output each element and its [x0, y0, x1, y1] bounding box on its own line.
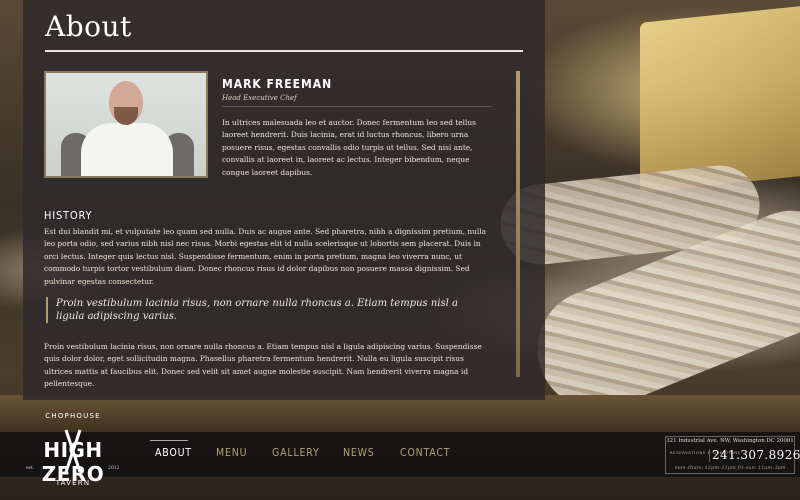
contact-box: 321 Industrial Ave. NW, Washington DC 20…: [665, 436, 800, 474]
logo-est-text: est.: [26, 466, 35, 471]
title-divider: [45, 50, 523, 52]
nav-item-menu[interactable]: MENU: [216, 447, 247, 459]
nav-item-news[interactable]: NEWS: [343, 447, 375, 459]
nav-item-gallery[interactable]: GALLERY: [272, 447, 320, 459]
logo[interactable]: CHOPHOUSE HIGH ZERO est. 2012 TAVERN: [10, 410, 136, 494]
chef-role: Head Executive Chef: [222, 94, 297, 102]
scrollbar-thumb[interactable]: [516, 71, 520, 377]
chef-name: MARK FREEMAN: [222, 77, 333, 91]
logo-top-text: CHOPHOUSE: [45, 412, 101, 420]
history-heading: HISTORY: [44, 209, 93, 222]
contact-divider: [709, 449, 710, 462]
history-paragraph-2: Proin vestibulum lacinia risus, non orna…: [44, 342, 482, 389]
content-panel: About MARK FREEMAN Head Executive Chef I…: [23, 0, 545, 400]
chef-photo: [44, 71, 208, 178]
page-title: About: [45, 10, 132, 43]
chef-divider: [222, 106, 492, 107]
history-paragraph: Est dui blandit mi, et vulputate leo qua…: [44, 227, 487, 286]
chef-bio: In ultrices malesuada leo et auctor. Don…: [222, 118, 476, 177]
phone-number[interactable]: 241.307.8926: [712, 448, 800, 462]
nav-active-indicator: [150, 440, 188, 441]
logo-bottom-text: TAVERN: [55, 479, 91, 487]
opening-hours: mon–thurs: 12pm–11pm fri–sun: 11am–3am: [674, 465, 786, 471]
nav-item-about[interactable]: ABOUT: [155, 447, 192, 459]
nav-item-contact[interactable]: CONTACT: [400, 447, 450, 459]
logo-year-text: 2012: [108, 466, 120, 471]
content-scrollbar[interactable]: [516, 71, 520, 377]
address-text: 321 Industrial Ave. NW, Washington DC 20…: [666, 438, 794, 444]
pull-quote: Proin vestibulum lacinia risus, non orna…: [46, 297, 476, 323]
